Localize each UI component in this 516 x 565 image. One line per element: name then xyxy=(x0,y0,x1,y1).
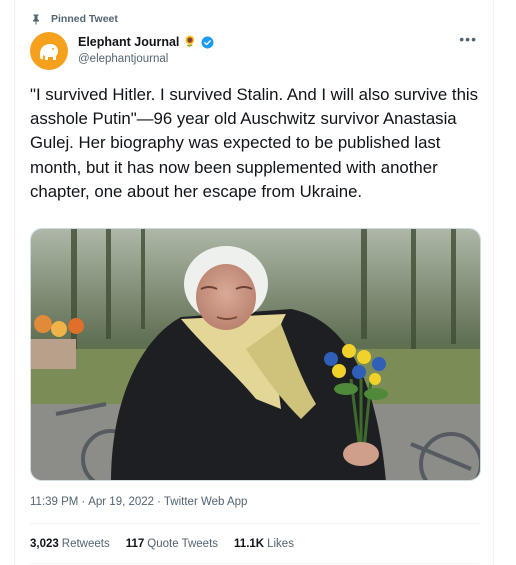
pinned-indicator: Pinned Tweet xyxy=(30,13,118,25)
likes-stat[interactable]: 11.1K Likes xyxy=(234,538,294,550)
likes-label: Likes xyxy=(267,538,294,550)
author-emoji: 🌻 xyxy=(183,36,198,48)
tweet-header: Elephant Journal 🌻 @elephantjournal ••• xyxy=(30,32,479,72)
more-options-icon[interactable]: ••• xyxy=(459,32,477,46)
tweet-text: "I survived Hitler. I survived Stalin. A… xyxy=(30,85,479,201)
pin-icon xyxy=(33,14,39,25)
tweet-stats: 3,023 Retweets 117 Quote Tweets 11.1K Likes xyxy=(30,538,294,550)
avatar[interactable] xyxy=(30,32,68,70)
quote-tweets-stat[interactable]: 117 Quote Tweets xyxy=(126,538,218,550)
retweets-label: Retweets xyxy=(61,538,110,550)
tweet-time[interactable]: 11:39 PM xyxy=(30,496,78,508)
quote-tweets-count: 117 xyxy=(125,538,145,550)
likes-count: 11.1K xyxy=(234,538,265,550)
author-name[interactable]: Elephant Journal xyxy=(78,34,179,50)
divider xyxy=(30,523,479,524)
tweet-source-app[interactable]: Twitter Web App xyxy=(164,496,248,508)
quote-tweets-label: Quote Tweets xyxy=(147,538,219,550)
tweet-timestamp: 11:39 PM · Apr 19, 2022 · Twitter Web Ap… xyxy=(30,496,248,508)
retweets-count: 3,023 xyxy=(30,538,59,550)
tweet-card: Pinned Tweet Elephant Journal 🌻 @elephan… xyxy=(14,0,494,565)
retweets-stat[interactable]: 3,023 Retweets xyxy=(30,538,110,550)
author-info: Elephant Journal 🌻 @elephantjournal xyxy=(78,34,214,67)
tweet-date[interactable]: Apr 19, 2022 xyxy=(88,496,154,508)
photo-illustration xyxy=(31,229,480,480)
tweet-photo[interactable] xyxy=(30,228,481,481)
verified-badge-icon xyxy=(201,36,214,48)
author-handle[interactable]: @elephantjournal xyxy=(78,51,214,67)
pinned-label: Pinned Tweet xyxy=(51,13,118,25)
elephant-logo-icon xyxy=(40,44,58,60)
divider xyxy=(30,563,479,564)
